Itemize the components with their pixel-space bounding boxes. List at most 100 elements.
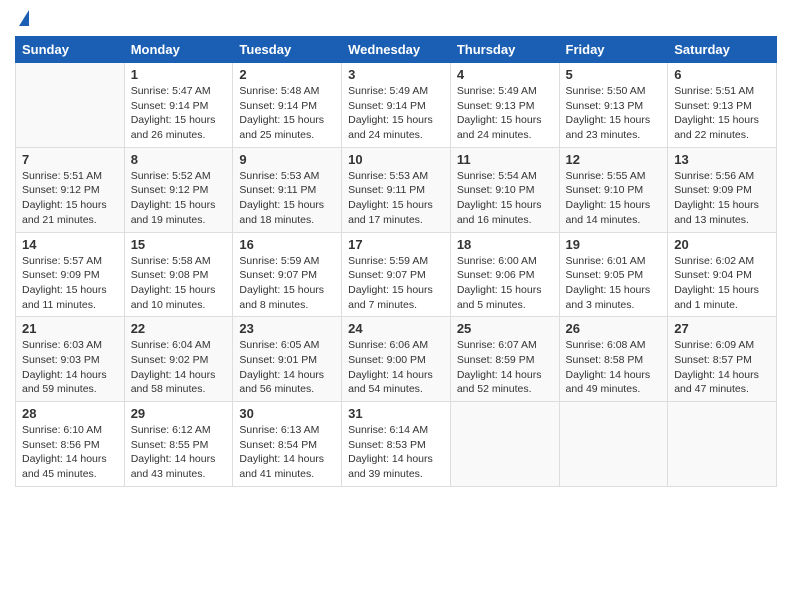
calendar-day-cell: 28Sunrise: 6:10 AM Sunset: 8:56 PM Dayli…: [16, 402, 125, 487]
page: SundayMondayTuesdayWednesdayThursdayFrid…: [0, 0, 792, 502]
day-number: 12: [566, 152, 662, 167]
day-info: Sunrise: 5:47 AM Sunset: 9:14 PM Dayligh…: [131, 84, 227, 143]
calendar-day-cell: 2 Sunrise: 5:48 AM Sunset: 9:14 PM Daylig…: [233, 63, 342, 148]
day-info: Sunrise: 6:07 AM Sunset: 8:59 PM Dayligh…: [457, 338, 553, 397]
day-info: Sunrise: 5:49 AM Sunset: 9:13 PM Dayligh…: [457, 84, 553, 143]
calendar-day-cell: 12 Sunrise: 5:55 AM Sunset: 9:10 PM Dayli…: [559, 147, 668, 232]
day-info: Sunrise: 5:59 AM Sunset: 9:07 PM Dayligh…: [348, 254, 444, 313]
day-info: Sunrise: 6:06 AM Sunset: 9:00 PM Dayligh…: [348, 338, 444, 397]
calendar-day-cell: 31 Sunrise: 6:14 AM Sunset: 8:53 PM Dayli…: [342, 402, 451, 487]
day-number: 8: [131, 152, 227, 167]
day-info: Sunrise: 5:51 AM Sunset: 9:13 PM Dayligh…: [674, 84, 770, 143]
day-info: Sunrise: 6:13 AM Sunset: 8:54 PM Dayligh…: [239, 423, 335, 482]
calendar-week-row: 21 Sunrise: 6:03 AM Sunset: 9:03 PM Dayli…: [16, 317, 777, 402]
calendar-day-cell: [668, 402, 777, 487]
calendar-table: SundayMondayTuesdayWednesdayThursdayFrid…: [15, 36, 777, 487]
calendar-day-cell: 22 Sunrise: 6:04 AM Sunset: 9:02 PM Dayli…: [124, 317, 233, 402]
day-info: Sunrise: 6:10 AM Sunset: 8:56 PM Dayligh…: [22, 423, 118, 482]
calendar-day-cell: 1 Sunrise: 5:47 AM Sunset: 9:14 PM Daylig…: [124, 63, 233, 148]
day-number: 23: [239, 321, 335, 336]
calendar-day-cell: 4 Sunrise: 5:49 AM Sunset: 9:13 PM Daylig…: [450, 63, 559, 148]
day-number: 30: [239, 406, 335, 421]
day-info: Sunrise: 5:59 AM Sunset: 9:07 PM Dayligh…: [239, 254, 335, 313]
day-info: Sunrise: 5:58 AM Sunset: 9:08 PM Dayligh…: [131, 254, 227, 313]
calendar-day-cell: 16 Sunrise: 5:59 AM Sunset: 9:07 PM Dayli…: [233, 232, 342, 317]
day-number: 20: [674, 237, 770, 252]
day-info: Sunrise: 5:54 AM Sunset: 9:10 PM Dayligh…: [457, 169, 553, 228]
day-number: 14: [22, 237, 118, 252]
day-info: Sunrise: 6:05 AM Sunset: 9:01 PM Dayligh…: [239, 338, 335, 397]
calendar-day-cell: 11 Sunrise: 5:54 AM Sunset: 9:10 PM Dayli…: [450, 147, 559, 232]
calendar-day-cell: 15 Sunrise: 5:58 AM Sunset: 9:08 PM Dayli…: [124, 232, 233, 317]
calendar-day-cell: 29 Sunrise: 6:12 AM Sunset: 8:55 PM Dayli…: [124, 402, 233, 487]
day-number: 22: [131, 321, 227, 336]
day-info: Sunrise: 6:01 AM Sunset: 9:05 PM Dayligh…: [566, 254, 662, 313]
day-number: 16: [239, 237, 335, 252]
day-info: Sunrise: 5:48 AM Sunset: 9:14 PM Dayligh…: [239, 84, 335, 143]
day-number: 27: [674, 321, 770, 336]
calendar-day-cell: [16, 63, 125, 148]
day-number: 18: [457, 237, 553, 252]
calendar-day-cell: 26 Sunrise: 6:08 AM Sunset: 8:58 PM Dayli…: [559, 317, 668, 402]
day-number: 11: [457, 152, 553, 167]
weekday-header: Monday: [124, 37, 233, 63]
day-info: Sunrise: 6:12 AM Sunset: 8:55 PM Dayligh…: [131, 423, 227, 482]
calendar-day-cell: 23 Sunrise: 6:05 AM Sunset: 9:01 PM Dayli…: [233, 317, 342, 402]
logo: [15, 10, 29, 26]
day-info: Sunrise: 5:56 AM Sunset: 9:09 PM Dayligh…: [674, 169, 770, 228]
calendar-day-cell: 19 Sunrise: 6:01 AM Sunset: 9:05 PM Dayli…: [559, 232, 668, 317]
calendar-header-row: SundayMondayTuesdayWednesdayThursdayFrid…: [16, 37, 777, 63]
day-info: Sunrise: 5:50 AM Sunset: 9:13 PM Dayligh…: [566, 84, 662, 143]
calendar-day-cell: [450, 402, 559, 487]
day-info: Sunrise: 5:51 AM Sunset: 9:12 PM Dayligh…: [22, 169, 118, 228]
day-number: 19: [566, 237, 662, 252]
weekday-header: Sunday: [16, 37, 125, 63]
calendar-day-cell: 20Sunrise: 6:02 AM Sunset: 9:04 PM Dayli…: [668, 232, 777, 317]
weekday-header: Saturday: [668, 37, 777, 63]
calendar-day-cell: 10 Sunrise: 5:53 AM Sunset: 9:11 PM Dayli…: [342, 147, 451, 232]
day-number: 29: [131, 406, 227, 421]
day-info: Sunrise: 5:57 AM Sunset: 9:09 PM Dayligh…: [22, 254, 118, 313]
calendar-week-row: 7 Sunrise: 5:51 AM Sunset: 9:12 PM Daylig…: [16, 147, 777, 232]
calendar-day-cell: 8 Sunrise: 5:52 AM Sunset: 9:12 PM Daylig…: [124, 147, 233, 232]
day-number: 2: [239, 67, 335, 82]
day-number: 31: [348, 406, 444, 421]
calendar-day-cell: 30 Sunrise: 6:13 AM Sunset: 8:54 PM Dayli…: [233, 402, 342, 487]
day-info: Sunrise: 5:52 AM Sunset: 9:12 PM Dayligh…: [131, 169, 227, 228]
day-number: 25: [457, 321, 553, 336]
calendar-week-row: 1 Sunrise: 5:47 AM Sunset: 9:14 PM Daylig…: [16, 63, 777, 148]
calendar-day-cell: 3Sunrise: 5:49 AM Sunset: 9:14 PM Daylig…: [342, 63, 451, 148]
day-number: 15: [131, 237, 227, 252]
day-info: Sunrise: 6:00 AM Sunset: 9:06 PM Dayligh…: [457, 254, 553, 313]
weekday-header: Wednesday: [342, 37, 451, 63]
day-number: 24: [348, 321, 444, 336]
day-info: Sunrise: 6:03 AM Sunset: 9:03 PM Dayligh…: [22, 338, 118, 397]
calendar-day-cell: 18 Sunrise: 6:00 AM Sunset: 9:06 PM Dayli…: [450, 232, 559, 317]
calendar-day-cell: 9Sunrise: 5:53 AM Sunset: 9:11 PM Daylig…: [233, 147, 342, 232]
day-info: Sunrise: 6:14 AM Sunset: 8:53 PM Dayligh…: [348, 423, 444, 482]
day-number: 1: [131, 67, 227, 82]
day-number: 4: [457, 67, 553, 82]
day-info: Sunrise: 5:53 AM Sunset: 9:11 PM Dayligh…: [348, 169, 444, 228]
day-number: 6: [674, 67, 770, 82]
day-number: 7: [22, 152, 118, 167]
day-info: Sunrise: 6:08 AM Sunset: 8:58 PM Dayligh…: [566, 338, 662, 397]
day-number: 10: [348, 152, 444, 167]
calendar-day-cell: 6 Sunrise: 5:51 AM Sunset: 9:13 PM Daylig…: [668, 63, 777, 148]
day-number: 13: [674, 152, 770, 167]
header: [15, 10, 777, 26]
calendar-day-cell: 5Sunrise: 5:50 AM Sunset: 9:13 PM Daylig…: [559, 63, 668, 148]
calendar-day-cell: 24 Sunrise: 6:06 AM Sunset: 9:00 PM Dayli…: [342, 317, 451, 402]
day-number: 21: [22, 321, 118, 336]
day-info: Sunrise: 6:04 AM Sunset: 9:02 PM Dayligh…: [131, 338, 227, 397]
calendar-day-cell: 13 Sunrise: 5:56 AM Sunset: 9:09 PM Dayli…: [668, 147, 777, 232]
calendar-day-cell: 21 Sunrise: 6:03 AM Sunset: 9:03 PM Dayli…: [16, 317, 125, 402]
calendar-week-row: 28Sunrise: 6:10 AM Sunset: 8:56 PM Dayli…: [16, 402, 777, 487]
calendar-day-cell: 27Sunrise: 6:09 AM Sunset: 8:57 PM Dayli…: [668, 317, 777, 402]
day-number: 26: [566, 321, 662, 336]
logo-icon: [19, 10, 29, 26]
calendar-day-cell: 25 Sunrise: 6:07 AM Sunset: 8:59 PM Dayli…: [450, 317, 559, 402]
day-number: 9: [239, 152, 335, 167]
weekday-header: Thursday: [450, 37, 559, 63]
day-info: Sunrise: 5:55 AM Sunset: 9:10 PM Dayligh…: [566, 169, 662, 228]
